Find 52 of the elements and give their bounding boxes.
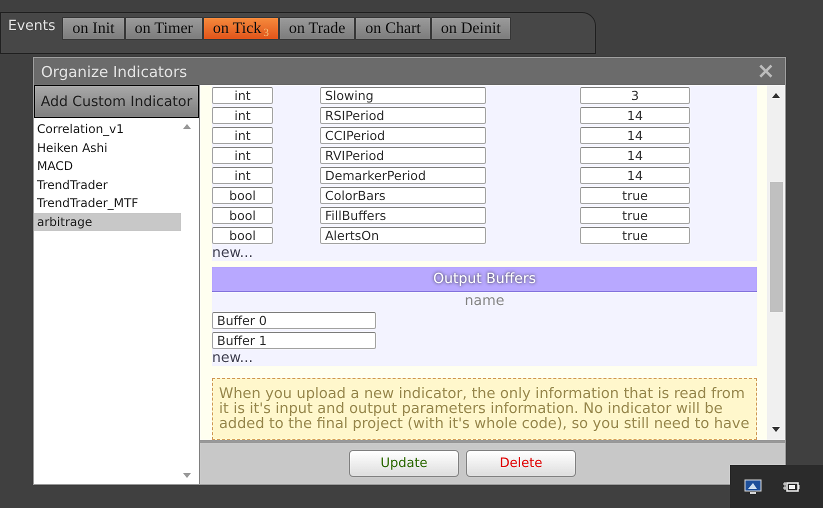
indicator-item[interactable]: Correlation_v1: [34, 120, 181, 138]
name-field[interactable]: DemarkerPeriod: [320, 166, 486, 184]
event-tab[interactable]: on Init: [62, 17, 125, 40]
event-tab[interactable]: on Chart: [355, 17, 431, 40]
value-field[interactable]: true: [580, 206, 690, 224]
column-header: name: [464, 292, 506, 310]
monitor-icon[interactable]: [744, 478, 762, 494]
scroll-up-icon[interactable]: [772, 93, 780, 98]
info-note: When you upload a new indicator, the only information that is read from it is it's input and output parameters information. No indicator will be added to the final project (with it's whole code), so you still need to have: [212, 378, 757, 440]
dialog-title: Organize Indicators: [41, 62, 188, 80]
events-label: Events: [8, 18, 56, 34]
indicator-item[interactable]: TrendTrader: [34, 176, 181, 194]
new-input-link[interactable]: new...: [212, 245, 757, 261]
add-indicator-button[interactable]: Add Custom Indicator: [34, 85, 199, 118]
scrollbar[interactable]: [767, 85, 785, 440]
value-field[interactable]: 14: [580, 106, 690, 124]
event-tab[interactable]: on Deinit: [430, 17, 511, 40]
value-field[interactable]: 14: [580, 126, 690, 144]
name-field[interactable]: Slowing: [320, 86, 486, 104]
type-field[interactable]: bool: [212, 226, 273, 244]
value-field[interactable]: 3: [580, 86, 690, 104]
type-field[interactable]: bool: [212, 186, 273, 204]
name-field[interactable]: RSIPeriod: [320, 106, 486, 124]
name-field[interactable]: RVIPeriod: [320, 146, 486, 164]
name-field[interactable]: AlertsOn: [320, 226, 486, 244]
indicator-item[interactable]: MACD: [34, 157, 181, 176]
buffer-field[interactable]: Buffer 1: [212, 332, 376, 348]
type-field[interactable]: bool: [212, 206, 273, 224]
scroll-down-icon[interactable]: [772, 427, 780, 432]
value-field[interactable]: 14: [580, 146, 690, 164]
value-field[interactable]: true: [580, 226, 690, 244]
name-field[interactable]: FillBuffers: [320, 206, 486, 224]
type-field[interactable]: int: [212, 126, 273, 144]
buffer-field[interactable]: Buffer 0: [212, 312, 376, 328]
new-buffer-link[interactable]: new...: [212, 350, 757, 366]
type-field[interactable]: int: [212, 86, 273, 104]
type-field[interactable]: int: [212, 146, 273, 164]
name-field[interactable]: CCIPeriod: [320, 126, 486, 144]
indicator-item[interactable]: Heiken Ashi: [34, 138, 181, 157]
event-tab[interactable]: on Timer: [124, 17, 203, 40]
type-field[interactable]: int: [212, 166, 273, 184]
battery-icon[interactable]: [782, 480, 800, 494]
value-field[interactable]: true: [580, 186, 690, 204]
update-button[interactable]: Update: [349, 450, 459, 477]
section-header: Output Buffers: [212, 267, 757, 292]
indicator-item[interactable]: arbitrage: [34, 212, 181, 231]
name-field[interactable]: ColorBars: [320, 186, 486, 204]
indicator-item[interactable]: TrendTrader_MTF: [34, 194, 181, 212]
type-field[interactable]: int: [212, 106, 273, 124]
event-tab[interactable]: on Trade: [278, 17, 356, 40]
delete-button[interactable]: Delete: [466, 450, 576, 477]
value-field[interactable]: 14: [580, 166, 690, 184]
